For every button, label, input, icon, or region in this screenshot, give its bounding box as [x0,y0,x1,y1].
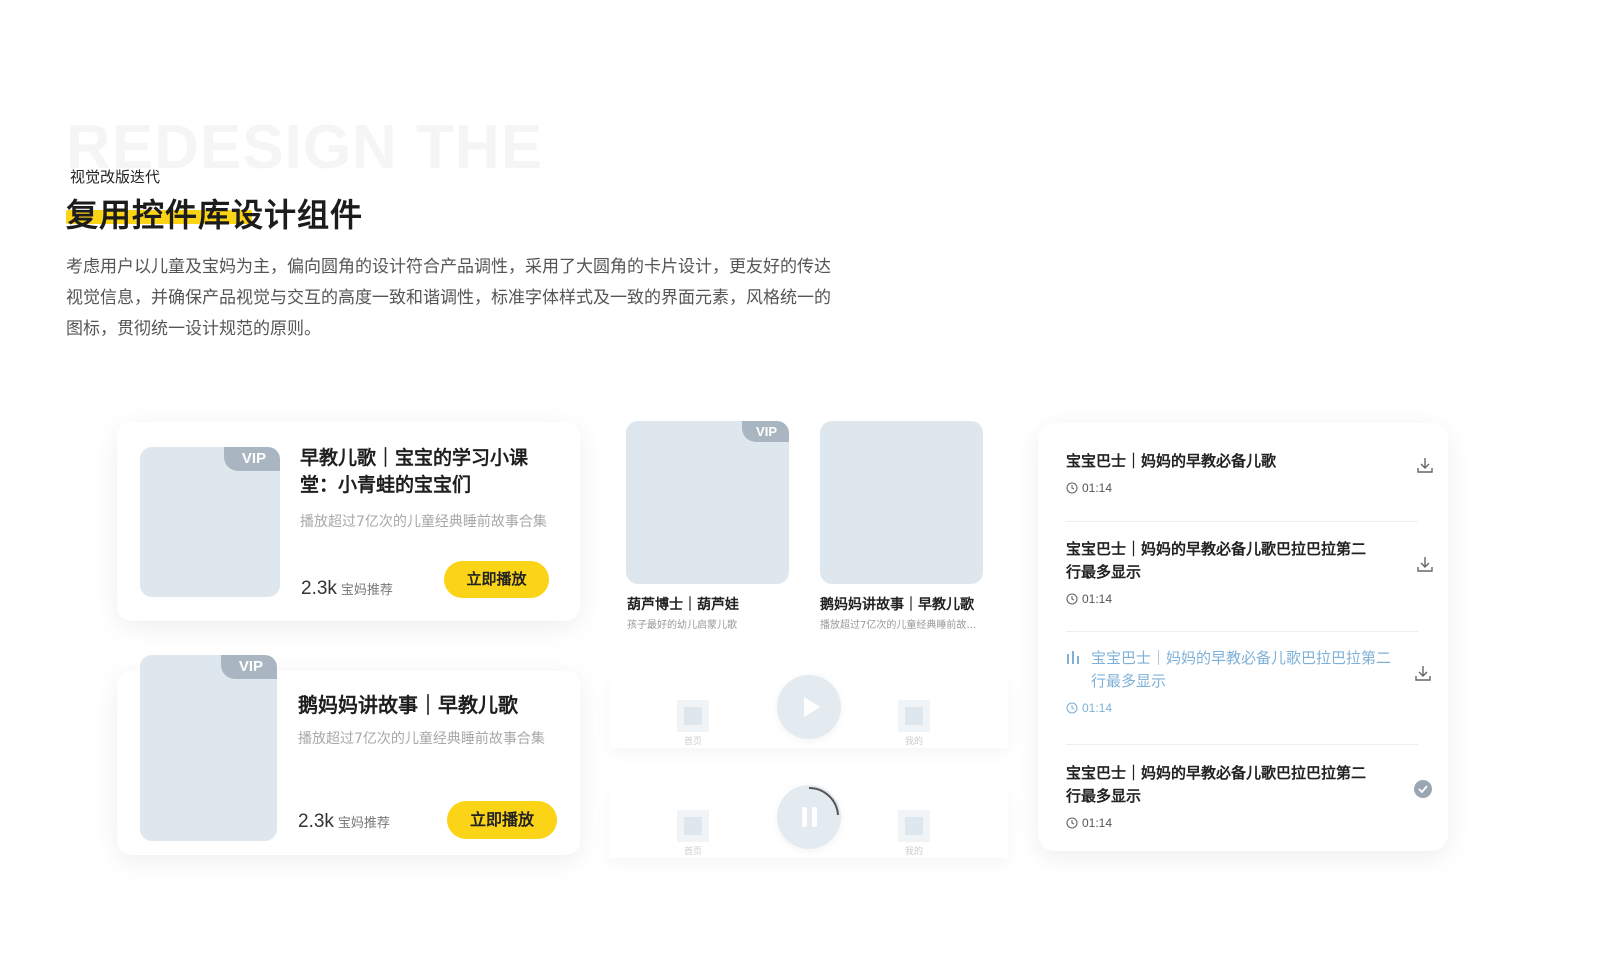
vip-badge: VIP [223,447,280,471]
tab-home[interactable]: 首页 [676,700,710,747]
album-card[interactable]: VIP 鹅妈妈讲故事｜早教儿歌 播放超过7亿次的儿童经典睡前故事合集 2.3k 宝… [117,655,580,855]
duration-text: 01:14 [1082,701,1113,715]
play-now-button[interactable]: 立即播放 [447,801,557,839]
tab-home-label: 首页 [683,737,702,747]
vip-badge: VIP [220,655,277,679]
download-icon[interactable] [1414,454,1436,476]
album-stat: 2.3k 宝妈推荐 [298,811,390,833]
profile-icon [898,700,930,732]
grid-item-title[interactable]: 葫芦博士｜葫芦娃 [627,594,739,614]
list-divider [1066,744,1418,745]
track-item-playing[interactable]: 宝宝巴士｜妈妈的早教必备儿歌巴拉巴拉第二行最多显示 01:14 [1066,647,1436,715]
track-duration: 01:14 [1066,481,1436,495]
recommend-label: 宝妈推荐 [337,816,390,831]
grid-item-subtitle: 孩子最好的幼儿启蒙儿歌 [627,620,737,631]
album-cover: VIP [140,655,277,841]
player-tabbar: 首页 我的 [610,785,1008,858]
clock-icon [1066,702,1078,714]
playing-bars-icon [1067,651,1079,664]
section-title: 复用控件库设计组件 [66,196,364,234]
downloaded-check-icon[interactable] [1412,778,1434,800]
track-title-text: 宝宝巴士｜妈妈的早教必备儿歌巴拉巴拉第二行最多显示 [1091,649,1392,690]
tab-mine[interactable]: 我的 [897,810,931,857]
home-icon [677,810,709,842]
album-title: 鹅妈妈讲故事｜早教儿歌 [298,693,518,717]
track-title: 宝宝巴士｜妈妈的早教必备儿歌 [1066,452,1277,470]
album-cover: VIP [140,447,280,597]
pause-button[interactable] [777,785,841,849]
track-item[interactable]: 宝宝巴士｜妈妈的早教必备儿歌巴拉巴拉第二行最多显示 01:14 [1066,538,1436,606]
track-duration: 01:14 [1066,816,1436,830]
album-subtitle: 播放超过7亿次的儿童经典睡前故事合集 [300,514,547,530]
duration-text: 01:14 [1082,816,1113,830]
tab-mine-label: 我的 [904,737,923,747]
clock-icon [1066,817,1078,829]
clock-icon [1066,482,1078,494]
pause-icon [802,786,839,827]
album-stat: 2.3k 宝妈推荐 [301,578,393,600]
track-item[interactable]: 宝宝巴士｜妈妈的早教必备儿歌 01:14 [1066,450,1436,495]
play-icon [804,697,820,717]
recommend-label: 宝妈推荐 [340,583,393,598]
profile-icon [898,810,930,842]
track-title: 宝宝巴士｜妈妈的早教必备儿歌巴拉巴拉第二行最多显示 [1066,647,1403,693]
album-subtitle: 播放超过7亿次的儿童经典睡前故事合集 [298,731,545,747]
tab-mine[interactable]: 我的 [897,700,931,747]
section-title-wrap: 复用控件库设计组件 [66,190,363,236]
track-duration: 01:14 [1066,701,1436,715]
duration-text: 01:14 [1082,481,1113,495]
grid-item-title[interactable]: 鹅妈妈讲故事｜早教儿歌 [820,594,974,614]
section-description: 考虑用户以儿童及宝妈为主，偏向圆角的设计符合产品调性，采用了大圆角的卡片设计，更… [66,257,831,339]
track-duration: 01:14 [1066,592,1436,606]
section-eyebrow: 视觉改版迭代 [70,168,161,186]
tab-home[interactable]: 首页 [676,810,710,857]
track-item[interactable]: 宝宝巴士｜妈妈的早教必备儿歌巴拉巴拉第二行最多显示 01:14 [1066,762,1436,830]
play-now-button[interactable]: 立即播放 [444,561,549,598]
recommend-count: 2.3k [301,578,337,599]
duration-text: 01:14 [1082,592,1113,606]
grid-cover[interactable] [820,421,983,584]
track-list-card: 宝宝巴士｜妈妈的早教必备儿歌 01:14 宝宝巴士｜妈妈的早教必备儿歌巴拉巴拉第… [1038,423,1448,851]
recommend-count: 2.3k [298,811,334,832]
clock-icon [1066,593,1078,605]
vip-badge: VIP [742,421,789,442]
download-icon[interactable] [1412,662,1434,684]
player-tabbar: 首页 我的 [610,675,1008,748]
track-title: 宝宝巴士｜妈妈的早教必备儿歌巴拉巴拉第二行最多显示 [1066,764,1367,805]
home-icon [677,700,709,732]
list-divider [1066,521,1418,522]
list-divider [1066,631,1418,632]
track-title: 宝宝巴士｜妈妈的早教必备儿歌巴拉巴拉第二行最多显示 [1066,540,1367,581]
download-icon[interactable] [1414,553,1436,575]
grid-cover[interactable]: VIP [626,421,789,584]
tab-mine-label: 我的 [904,847,923,857]
grid-item-subtitle: 播放超过7亿次的儿童经典睡前故事合集 [820,620,980,631]
album-title: 早教儿歌｜宝宝的学习小课堂：小青蛙的宝宝们 [300,447,529,496]
play-button[interactable] [777,675,841,739]
tab-home-label: 首页 [683,847,702,857]
album-card[interactable]: VIP 早教儿歌｜宝宝的学习小课堂：小青蛙的宝宝们 播放超过7亿次的儿童经典睡前… [117,422,580,621]
